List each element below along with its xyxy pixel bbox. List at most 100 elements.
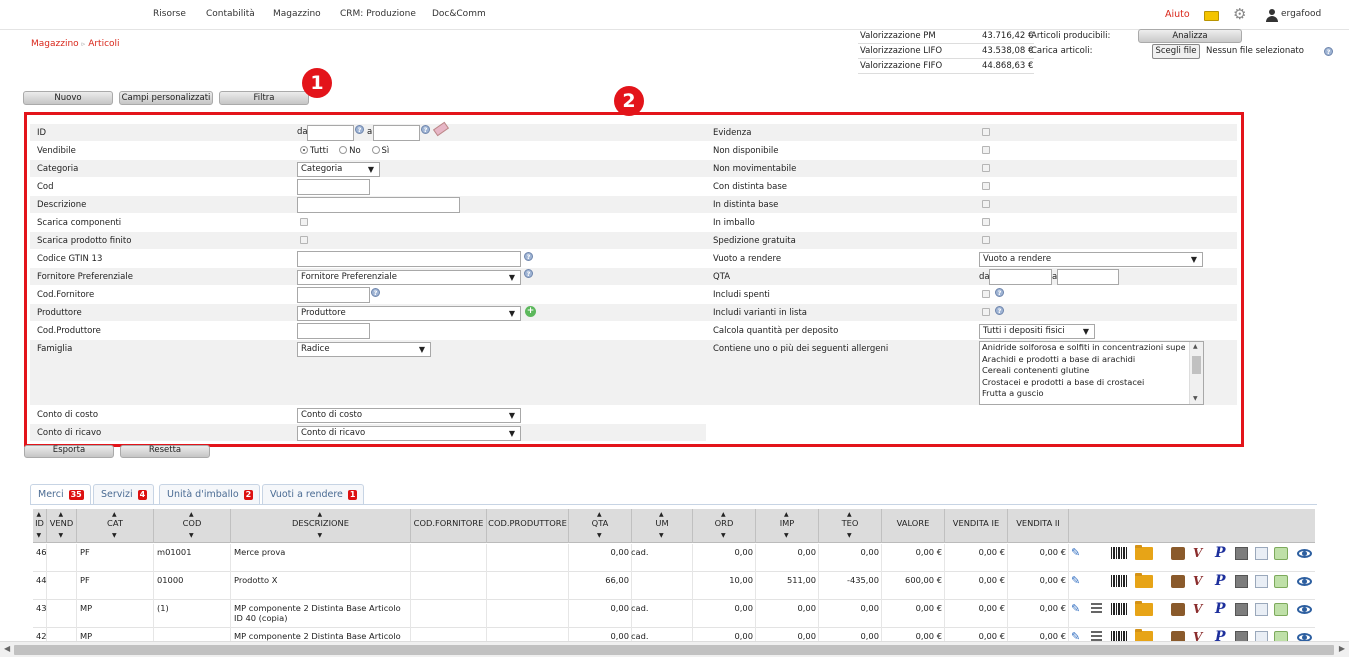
radio-yes[interactable]	[371, 146, 380, 154]
cost-account-select[interactable]: Conto di costo ▼	[297, 408, 521, 423]
sort-up-icon[interactable]: ▲	[597, 511, 602, 518]
column-header-vie[interactable]: VENDITA IE	[945, 509, 1008, 543]
duplicate-icon[interactable]	[1274, 547, 1288, 560]
stock-icon[interactable]	[1235, 603, 1248, 616]
eye-icon[interactable]	[1297, 577, 1312, 586]
sort-down-icon[interactable]: ▼	[784, 532, 789, 539]
column-header-imp[interactable]: ▲ ▼ IMP	[756, 509, 819, 543]
column-header-cod[interactable]: ▲ ▼ COD	[154, 509, 231, 543]
new-button[interactable]: Nuovo	[23, 91, 113, 105]
package-icon[interactable]	[1171, 575, 1185, 588]
sort-down-icon[interactable]: ▼	[597, 532, 602, 539]
allergen-option[interactable]: Anidride solforosa e solfiti in concentr…	[980, 342, 1185, 354]
highlight-checkbox[interactable]	[982, 128, 990, 136]
revenue-account-select[interactable]: Conto di ricavo ▼	[297, 426, 521, 441]
help-icon[interactable]: ?	[1324, 47, 1333, 56]
message-icon[interactable]	[1204, 11, 1219, 21]
allergen-option[interactable]: Cereali contenenti glutine	[980, 365, 1185, 377]
help-icon[interactable]: ?	[355, 125, 364, 134]
document-icon[interactable]	[1255, 575, 1268, 588]
analyze-button[interactable]: Analizza	[1138, 29, 1242, 43]
with-bom-checkbox[interactable]	[982, 182, 990, 190]
folder-icon[interactable]	[1135, 573, 1153, 588]
gtin-input[interactable]	[297, 251, 521, 267]
warehouse-select[interactable]: Tutti i depositi fisici ▼	[979, 324, 1095, 339]
sort-down-icon[interactable]: ▼	[721, 532, 726, 539]
eye-icon[interactable]	[1297, 605, 1312, 614]
tab-servizi[interactable]: Servizi 4	[93, 484, 155, 504]
scrollbar-thumb[interactable]	[14, 645, 1334, 655]
sort-up-icon[interactable]: ▲	[189, 511, 194, 518]
sort-up-icon[interactable]: ▲	[318, 511, 323, 518]
include-off-checkbox[interactable]	[982, 290, 990, 298]
duplicate-icon[interactable]	[1274, 575, 1288, 588]
scroll-right-icon[interactable]: ▶	[1339, 644, 1345, 653]
not-movable-checkbox[interactable]	[982, 164, 990, 172]
producer-code-input[interactable]	[297, 323, 370, 339]
qty-to-input[interactable]	[1057, 269, 1119, 285]
allergen-option[interactable]: Crostacei e prodotti a base di crostacei	[980, 377, 1185, 389]
id-from-input[interactable]	[307, 125, 354, 141]
sort-down-icon[interactable]: ▼	[59, 532, 64, 539]
bom-icon[interactable]	[1091, 631, 1102, 641]
unload-finished-checkbox[interactable]	[300, 236, 308, 244]
sort-up-icon[interactable]: ▲	[659, 511, 664, 518]
help-icon[interactable]: ?	[421, 125, 430, 134]
help-icon[interactable]: ?	[371, 288, 380, 297]
radio-all[interactable]	[300, 146, 308, 154]
nav-item-crm-produzione[interactable]: CRM: Produzione	[340, 9, 416, 19]
column-header-teo[interactable]: ▲ ▼ TEO	[819, 509, 882, 543]
sort-down-icon[interactable]: ▼	[847, 532, 852, 539]
nav-item-risorse[interactable]: Risorse	[153, 9, 186, 19]
document-icon[interactable]	[1255, 603, 1268, 616]
sort-down-icon[interactable]: ▼	[318, 532, 323, 539]
nav-item-doc-comm[interactable]: Doc&Comm	[432, 9, 486, 19]
barcode-icon[interactable]	[1111, 603, 1127, 615]
sort-up-icon[interactable]: ▲	[37, 511, 42, 518]
sort-up-icon[interactable]: ▲	[784, 511, 789, 518]
reset-button[interactable]: Resetta	[120, 445, 210, 458]
choose-file-button[interactable]: Scegli file	[1152, 44, 1200, 59]
sort-up-icon[interactable]: ▲	[721, 511, 726, 518]
eye-icon[interactable]	[1297, 549, 1312, 558]
help-icon[interactable]: ?	[995, 288, 1004, 297]
export-button[interactable]: Esporta	[24, 445, 114, 458]
sort-up-icon[interactable]: ▲	[59, 511, 64, 518]
folder-icon[interactable]	[1135, 545, 1153, 560]
edit-icon[interactable]: ✎	[1071, 547, 1083, 559]
column-header-ord[interactable]: ▲ ▼ ORD	[693, 509, 756, 543]
table-row[interactable]: 44 PF 01000 Prodotto X 66,00 10,00 511,00 -435,…	[33, 572, 1315, 600]
sort-up-icon[interactable]: ▲	[112, 511, 117, 518]
sort-down-icon[interactable]: ▼	[189, 532, 194, 539]
stock-icon[interactable]	[1235, 547, 1248, 560]
sort-down-icon[interactable]: ▼	[37, 532, 42, 539]
column-header-prod[interactable]: COD.PRODUTTORE	[487, 509, 569, 543]
user-icon[interactable]	[1266, 9, 1278, 22]
tab-vuoti-a-rendere[interactable]: Vuoti a rendere 1	[262, 484, 365, 504]
listbox-scrollbar[interactable]: ▲ ▼	[1189, 342, 1203, 404]
column-header-um[interactable]: ▲ ▼ UM	[632, 509, 693, 543]
producer-select[interactable]: Produttore ▼	[297, 306, 521, 321]
folder-icon[interactable]	[1135, 601, 1153, 616]
nav-item-magazzino[interactable]: Magazzino	[273, 9, 321, 19]
bom-icon[interactable]	[1091, 603, 1102, 613]
username[interactable]: ergafood	[1281, 9, 1321, 19]
unload-components-checkbox[interactable]	[300, 218, 308, 226]
supplier-code-input[interactable]	[297, 287, 370, 303]
price-icon[interactable]: P	[1215, 602, 1226, 616]
variants-icon[interactable]: V	[1193, 547, 1202, 560]
column-header-vii[interactable]: VENDITA II	[1008, 509, 1069, 543]
category-select[interactable]: Categoria ▼	[297, 162, 380, 177]
allergen-option[interactable]: Frutta a guscio	[980, 388, 1185, 400]
column-header-valore[interactable]: VALORE	[882, 509, 945, 543]
sort-down-icon[interactable]: ▼	[659, 532, 664, 539]
add-producer-icon[interactable]: +	[525, 306, 536, 317]
nav-item-contabilita[interactable]: Contabilità	[206, 9, 255, 19]
allergens-listbox[interactable]: Anidride solforosa e solfiti in concentr…	[979, 341, 1204, 405]
custom-fields-button[interactable]: Campi personalizzati	[119, 91, 213, 105]
edit-icon[interactable]: ✎	[1071, 575, 1083, 587]
id-to-input[interactable]	[373, 125, 420, 141]
filter-button[interactable]: Filtra	[219, 91, 309, 105]
price-icon[interactable]: P	[1215, 546, 1226, 560]
barcode-icon[interactable]	[1111, 575, 1127, 587]
